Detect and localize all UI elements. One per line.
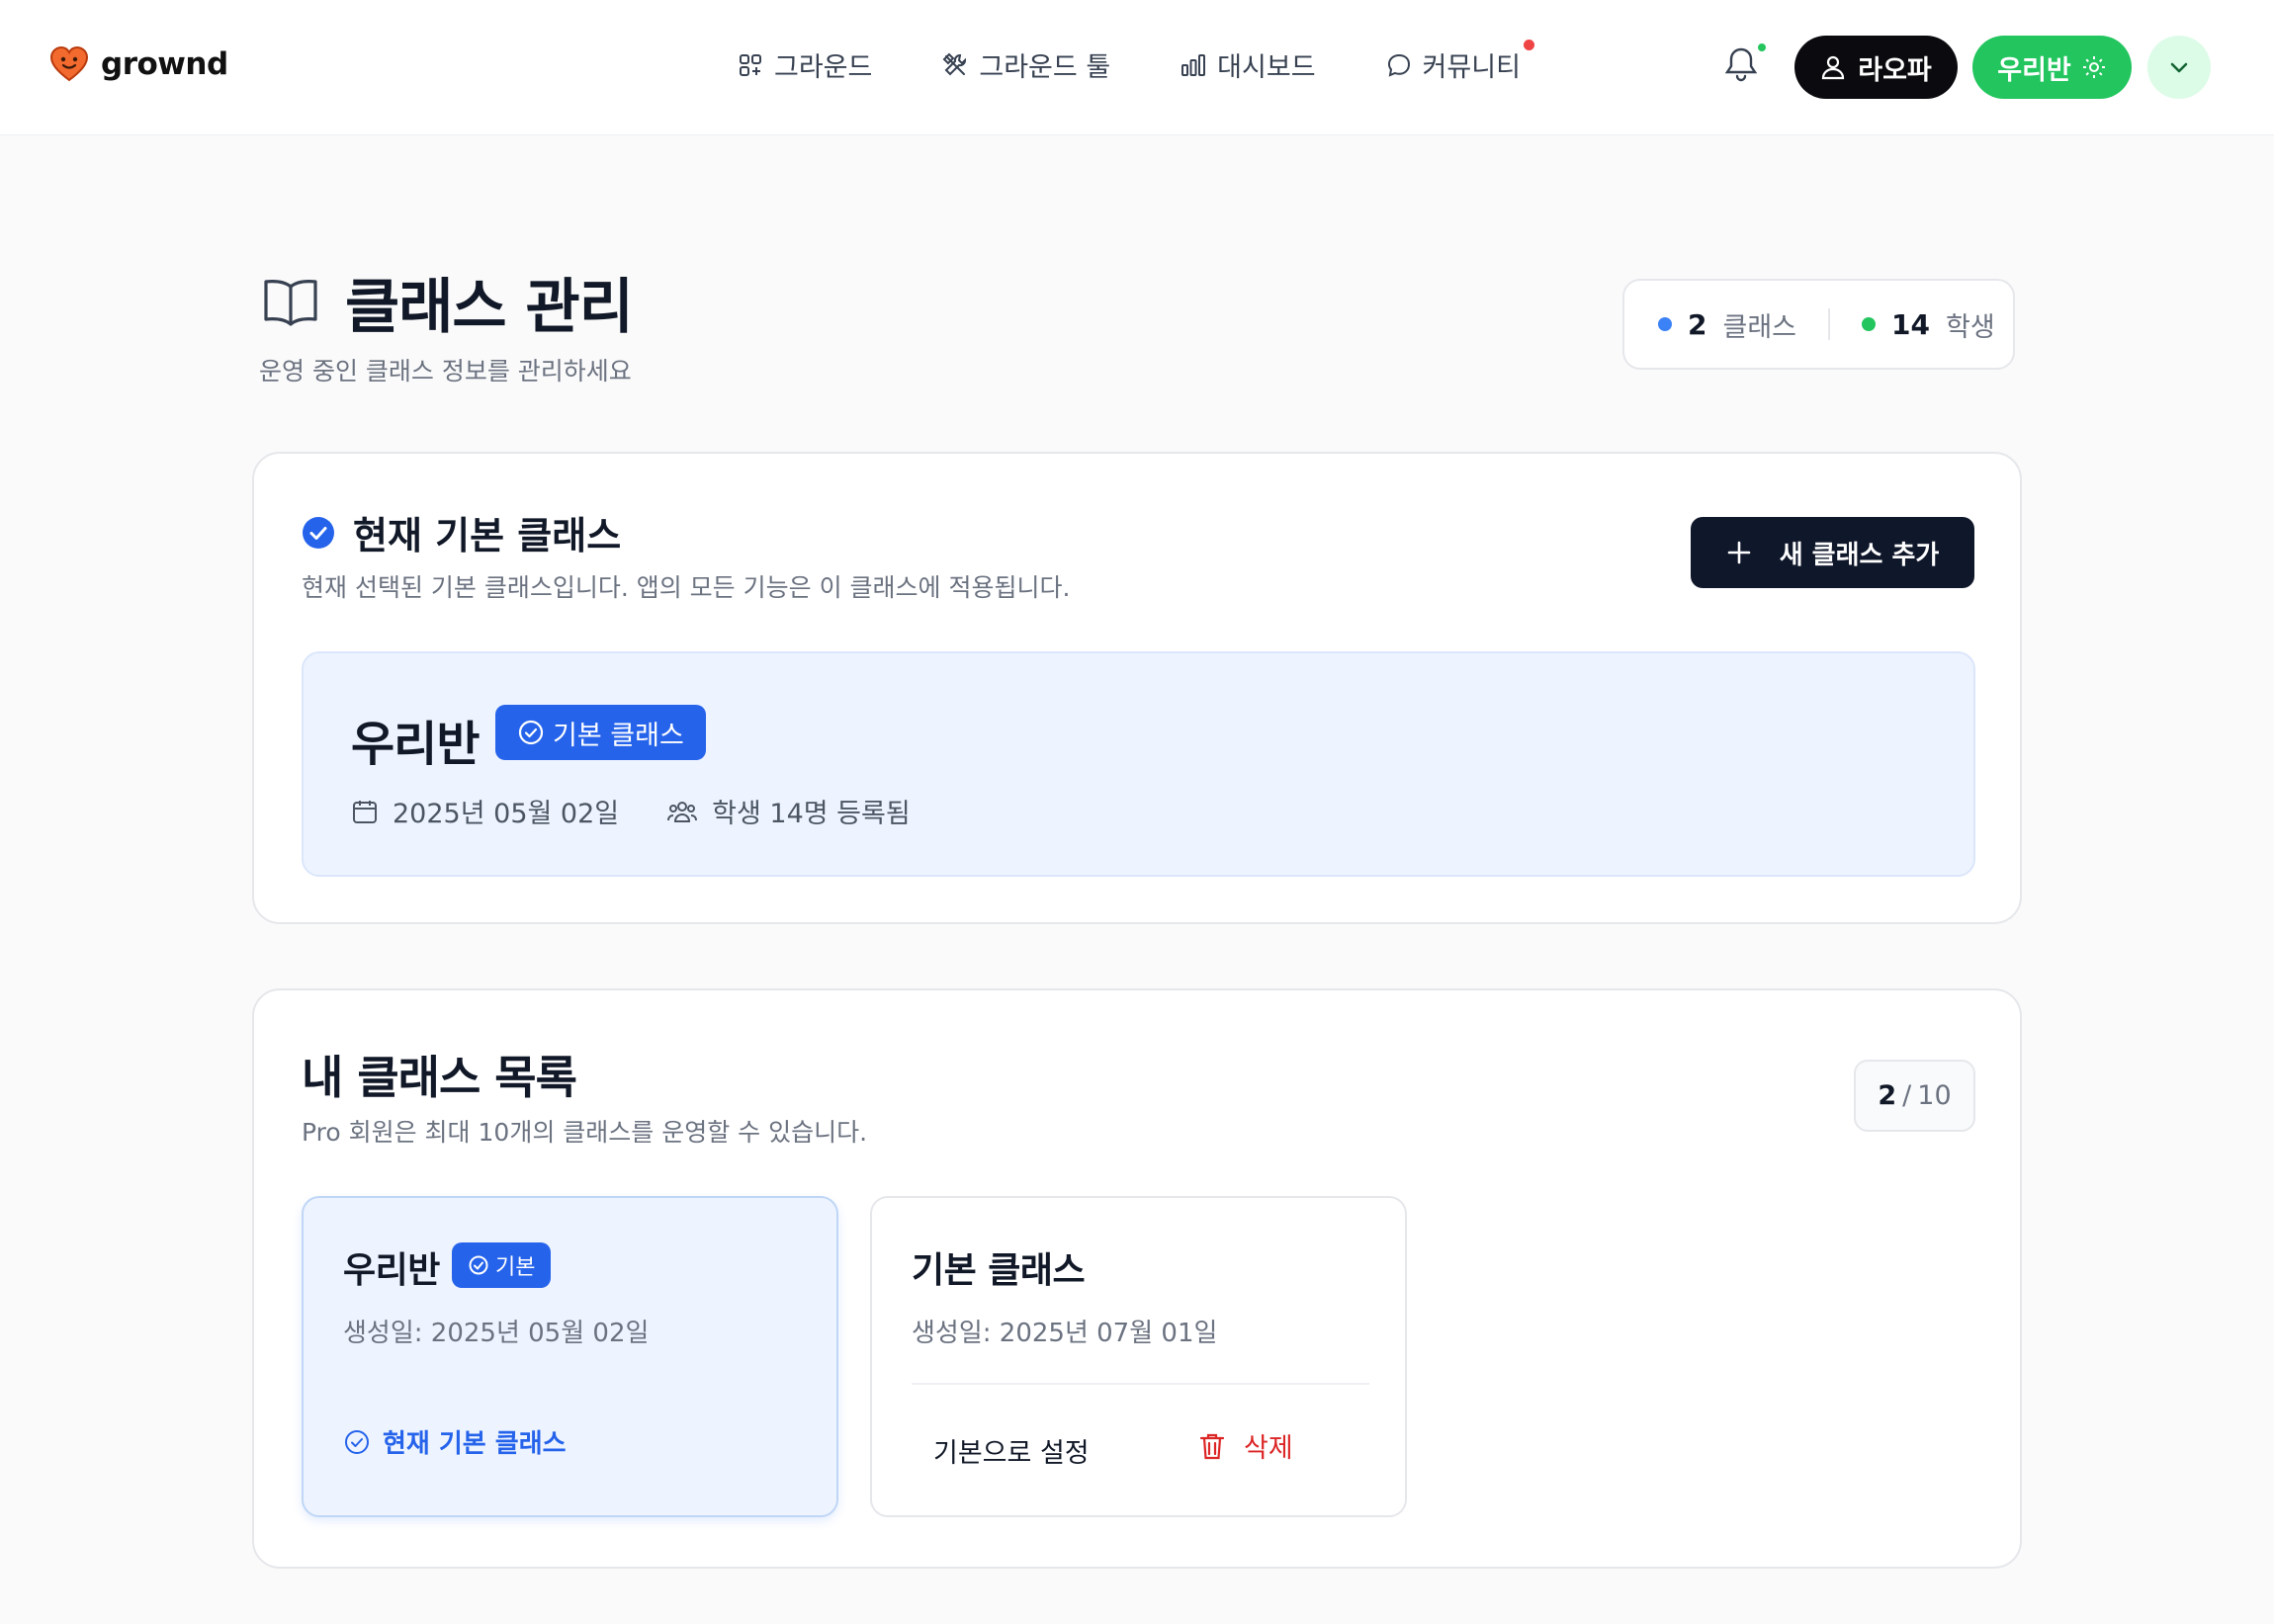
check-circle-icon <box>303 516 334 549</box>
stats-summary: 2 클래스 14 학생 <box>1622 279 2015 370</box>
class-item-created: 생성일: 2025년 07월 01일 <box>912 1319 1218 1348</box>
blue-dot-icon <box>1658 317 1672 331</box>
heart-logo-icon <box>49 46 89 82</box>
class-count-current: 2 <box>1878 1080 1897 1111</box>
class-student-count-text: 학생 14명 등록됨 <box>712 799 911 829</box>
nav-ground-label: 그라운드 <box>774 52 873 83</box>
nav-dashboard[interactable]: 대시보드 <box>1180 45 1316 84</box>
add-class-button[interactable]: 새 클래스 추가 <box>1691 517 1974 588</box>
current-class-detail: 우리반 기본 클래스 2025년 05월 02일 학생 14명 등록됨 <box>302 651 1975 877</box>
class-list-title: 내 클래스 목록 <box>302 1051 577 1104</box>
page-title-row: 클래스 관리 <box>262 259 634 345</box>
current-class-name: 우리반 <box>351 717 480 772</box>
nav-community-label: 커뮤니티 <box>1422 52 1521 83</box>
nav-community[interactable]: 커뮤니티 <box>1385 40 1534 84</box>
class-item-name: 우리반 <box>343 1250 440 1291</box>
open-book-icon <box>264 279 317 326</box>
page-title: 클래스 관리 <box>345 273 634 342</box>
class-item-name: 기본 클래스 <box>912 1250 1086 1291</box>
user-name: 라오파 <box>1858 54 1932 86</box>
nav-ground-tools-label: 그라운드 툴 <box>979 52 1111 83</box>
stat-student-label: 학생 <box>1945 311 1995 343</box>
current-class-heading: 현재 기본 클래스 <box>302 505 621 559</box>
stat-class-count: 2 <box>1688 307 1707 341</box>
default-badge-label: 기본 <box>495 1255 536 1280</box>
current-class-heading-text: 현재 기본 클래스 <box>353 514 622 557</box>
current-default-status-label: 현재 기본 클래스 <box>383 1429 567 1459</box>
bell-icon[interactable] <box>1722 45 1760 85</box>
main-nav: 그라운드 그라운드 툴 대시보드 커뮤니티 <box>737 40 1590 84</box>
delete-class-label: 삭제 <box>1244 1433 1293 1464</box>
class-item-basic-class[interactable]: 기본 클래스 생성일: 2025년 07월 01일 기본으로 설정 삭제 <box>870 1196 1407 1517</box>
green-dot-icon <box>1862 317 1877 331</box>
class-item-our-class[interactable]: 우리반 기본 생성일: 2025년 05월 02일 현재 기본 클래스 <box>302 1196 838 1517</box>
class-student-count: 학생 14명 등록됨 <box>666 792 911 830</box>
bar-chart-icon <box>1181 53 1206 76</box>
class-count-max: 10 <box>1917 1080 1952 1111</box>
current-class-meta: 2025년 05월 02일 학생 14명 등록됨 <box>351 792 958 830</box>
class-list-description: Pro 회원은 최대 10개의 클래스를 운영할 수 있습니다. <box>302 1118 868 1147</box>
grid-icon <box>740 53 761 76</box>
stat-divider <box>1828 308 1831 340</box>
set-default-button[interactable]: 기본으로 설정 <box>933 1431 1090 1470</box>
default-class-badge-label: 기본 클래스 <box>553 720 684 751</box>
stat-student-count: 14 <box>1891 307 1930 341</box>
stat-class-label: 클래스 <box>1722 311 1797 343</box>
chat-bubble-icon <box>1387 53 1410 77</box>
page-subtitle: 운영 중인 클래스 정보를 관리하세요 <box>259 357 632 385</box>
nav-dashboard-label: 대시보드 <box>1217 52 1316 83</box>
add-class-label: 새 클래스 추가 <box>1779 540 1940 570</box>
current-class-card: 현재 기본 클래스 현재 선택된 기본 클래스입니다. 앱의 모든 기능은 이 … <box>252 452 2022 924</box>
check-circle-outline-icon <box>345 1429 369 1454</box>
stat-students: 14 학생 <box>1862 305 1995 344</box>
class-list-card: 내 클래스 목록 Pro 회원은 최대 10개의 클래스를 운영할 수 있습니다… <box>252 988 2022 1569</box>
class-select-button[interactable]: 우리반 <box>1972 36 2132 99</box>
nav-ground-tools[interactable]: 그라운드 툴 <box>941 45 1110 84</box>
class-item-divider <box>912 1383 1369 1385</box>
check-badge-icon <box>469 1255 488 1275</box>
stat-classes: 2 클래스 <box>1658 305 1796 344</box>
class-count-separator: / <box>1902 1080 1912 1111</box>
brand-logo[interactable]: grownd <box>49 46 228 82</box>
default-class-badge: 기본 클래스 <box>495 705 706 760</box>
class-item-created: 생성일: 2025년 05월 02일 <box>343 1319 650 1348</box>
trash-icon <box>1199 1433 1225 1459</box>
delete-class-button[interactable]: 삭제 <box>1198 1426 1293 1465</box>
users-icon <box>667 801 698 822</box>
current-default-status: 현재 기본 클래스 <box>343 1423 567 1460</box>
brand-name: grownd <box>101 46 228 82</box>
current-class-description: 현재 선택된 기본 클래스입니다. 앱의 모든 기능은 이 클래스에 적용됩니다… <box>302 573 1071 602</box>
check-badge-icon <box>518 720 544 745</box>
default-badge: 기본 <box>452 1242 552 1288</box>
gear-icon <box>2082 56 2105 78</box>
tools-icon <box>942 52 967 75</box>
chevron-down-icon <box>2170 62 2188 73</box>
class-created-date: 2025년 05월 02일 <box>351 792 619 830</box>
user-icon <box>1822 55 1845 80</box>
account-dropdown-button[interactable] <box>2147 36 2211 99</box>
bell-status-dot <box>1756 42 1768 53</box>
calendar-icon <box>353 800 377 823</box>
notification-dot <box>1523 40 1534 50</box>
user-profile-button[interactable]: 라오파 <box>1794 36 1958 99</box>
class-count-pill: 2 / 10 <box>1854 1060 1975 1132</box>
class-created-date-text: 2025년 05월 02일 <box>393 799 620 829</box>
plus-icon <box>1727 541 1750 564</box>
class-button-label: 우리반 <box>1997 54 2071 86</box>
top-header: grownd 그라운드 그라운드 툴 대시보드 커뮤니티 라오파 우리반 <box>0 0 2274 135</box>
nav-ground[interactable]: 그라운드 <box>737 45 872 84</box>
